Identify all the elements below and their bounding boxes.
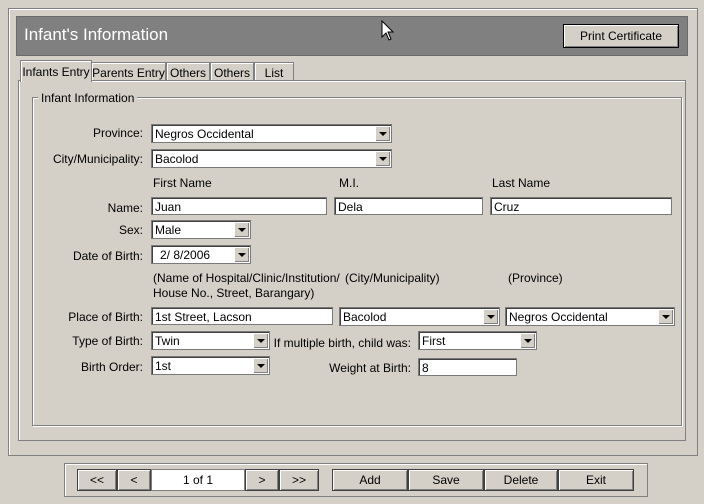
province-select[interactable]: Negros Occidental — [151, 124, 392, 143]
place-hint-province: (Province) — [508, 271, 563, 285]
tab-list[interactable]: List — [254, 62, 294, 82]
place-of-birth-input[interactable]: 1st Street, Lacson — [151, 307, 333, 325]
multiple-birth-label: If multiple birth, child was: — [273, 336, 411, 350]
chevron-down-icon[interactable] — [234, 247, 249, 262]
order-value: 1st — [155, 359, 172, 373]
province-label: Province: — [92, 126, 143, 140]
group-legend: Infant Information — [38, 91, 138, 105]
place-province-select[interactable]: Negros Occidental — [505, 307, 675, 326]
chevron-down-icon[interactable] — [483, 309, 498, 324]
tab-others-1[interactable]: Others — [166, 62, 210, 82]
place-province-value: Negros Occidental — [509, 310, 608, 324]
chevron-down-icon[interactable] — [375, 151, 390, 166]
mi-input[interactable]: Dela — [334, 197, 483, 215]
type-label: Type of Birth: — [72, 334, 143, 348]
province-value: Negros Occidental — [155, 127, 254, 141]
first-record-button[interactable]: << — [77, 469, 117, 491]
dob-label: Date of Birth: — [72, 249, 143, 263]
type-value: Twin — [155, 334, 180, 348]
multiple-birth-select[interactable]: First — [418, 331, 537, 350]
tab-others-2[interactable]: Others — [210, 62, 254, 82]
sex-label: Sex: — [118, 223, 143, 237]
place-hint-line2: House No., Street, Barangary) — [153, 286, 315, 300]
weight-label: Weight at Birth: — [329, 361, 411, 375]
tab-parents-entry[interactable]: Parents Entry — [91, 62, 166, 82]
tab-infants-entry[interactable]: Infants Entry — [20, 60, 92, 82]
chevron-down-icon[interactable] — [253, 333, 268, 348]
last-name-input[interactable]: Cruz — [490, 197, 672, 215]
city-label: City/Municipality: — [52, 152, 143, 166]
previous-record-button[interactable]: < — [117, 469, 151, 491]
sex-select[interactable]: Male — [151, 220, 251, 239]
add-button[interactable]: Add — [332, 469, 408, 491]
multiple-value: First — [422, 334, 446, 348]
last-name-header: Last Name — [492, 176, 551, 190]
record-counter: 1 of 1 — [151, 469, 245, 491]
place-label: Place of Birth: — [68, 310, 143, 324]
first-name-input[interactable]: Juan — [151, 197, 327, 215]
first-name-header: First Name — [153, 176, 212, 190]
delete-button[interactable]: Delete — [484, 469, 558, 491]
page-title: Infant's Information — [24, 25, 169, 44]
name-label: Name: — [107, 201, 143, 215]
place-hint-city: (City/Municipality) — [345, 271, 440, 285]
mouse-cursor-icon — [381, 20, 395, 41]
city-select[interactable]: Bacolod — [151, 149, 392, 168]
save-button[interactable]: Save — [408, 469, 484, 491]
mi-header: M.I. — [339, 176, 359, 190]
chevron-down-icon[interactable] — [520, 333, 535, 348]
city-value: Bacolod — [155, 152, 199, 166]
chevron-down-icon[interactable] — [658, 309, 673, 324]
place-hint-line1: (Name of Hospital/Clinic/Institution/ — [153, 271, 340, 285]
next-record-button[interactable]: > — [245, 469, 279, 491]
weight-input[interactable]: 8 — [418, 358, 517, 376]
chevron-down-icon[interactable] — [253, 358, 268, 373]
exit-button[interactable]: Exit — [558, 469, 634, 491]
birth-order-select[interactable]: 1st — [151, 356, 270, 375]
order-label: Birth Order: — [80, 360, 143, 374]
type-of-birth-select[interactable]: Twin — [151, 331, 270, 350]
print-certificate-button[interactable]: Print Certificate — [563, 24, 679, 48]
place-city-value: Bacolod — [343, 310, 387, 324]
chevron-down-icon[interactable] — [234, 222, 249, 237]
place-city-select[interactable]: Bacolod — [339, 307, 500, 326]
dob-value: 2/ 8/2006 — [160, 248, 211, 262]
dob-picker[interactable]: 2/ 8/2006 — [151, 245, 251, 264]
chevron-down-icon[interactable] — [375, 126, 390, 141]
sex-value: Male — [155, 223, 182, 237]
last-record-button[interactable]: >> — [279, 469, 319, 491]
